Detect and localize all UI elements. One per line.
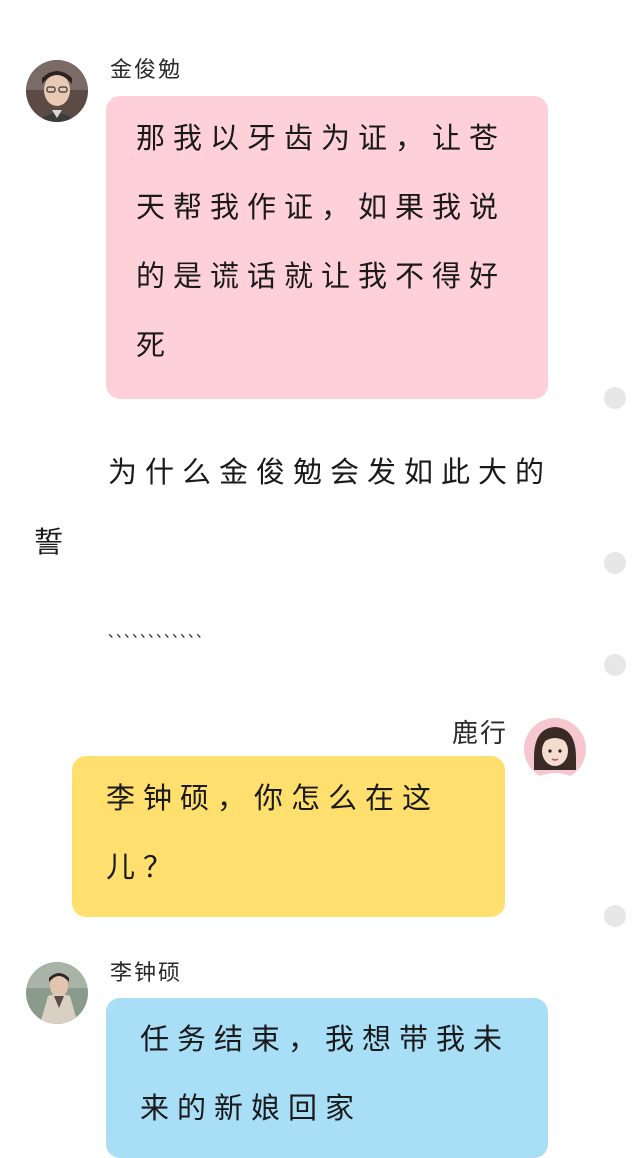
message-bubble[interactable]: 那我以牙齿为证，让苍 天帮我作证，如果我说 的是谎话就让我不得好 死	[106, 96, 548, 399]
message-line: 那我以牙齿为证，让苍	[136, 121, 507, 155]
message-line: 儿？	[106, 850, 181, 884]
message-line: 来的新娘回家	[140, 1091, 363, 1125]
sender-name: 金俊勉	[110, 58, 183, 83]
avatar-li-zhongshuo[interactable]	[26, 962, 88, 1024]
avatar-jin-junmian[interactable]	[26, 60, 88, 122]
grey-dot-icon[interactable]	[604, 387, 626, 409]
message-line: 的是谎话就让我不得好	[136, 259, 507, 293]
message-bubble[interactable]: 任务结束，我想带我未 来的新娘回家	[106, 998, 548, 1158]
grey-dot-icon[interactable]	[604, 552, 626, 574]
grey-dot-icon[interactable]	[604, 654, 626, 676]
message-line: 李钟硕，你怎么在这	[106, 781, 440, 815]
message-bubble[interactable]: 李钟硕，你怎么在这 儿？	[72, 756, 505, 917]
message-line: 任务结束，我想带我未	[140, 1022, 511, 1056]
portrait-avatar-man-glasses-icon	[26, 60, 88, 122]
message-line: 死	[136, 328, 174, 362]
narration-text: 为什么金俊勉会发如此大的	[108, 455, 553, 489]
message-line: 天帮我作证，如果我说	[136, 190, 507, 224]
sender-name: 鹿行	[452, 719, 509, 749]
sender-name: 李钟硕	[110, 961, 183, 986]
narration-text: 誓	[34, 525, 72, 559]
portrait-avatar-girl-pink-icon	[524, 718, 586, 780]
ellipsis-text: 、、、、、、、、、、、、	[108, 625, 211, 641]
grey-dot-icon[interactable]	[604, 905, 626, 927]
portrait-avatar-man-coat-icon	[26, 962, 88, 1024]
avatar-lu-xing[interactable]	[524, 718, 586, 780]
